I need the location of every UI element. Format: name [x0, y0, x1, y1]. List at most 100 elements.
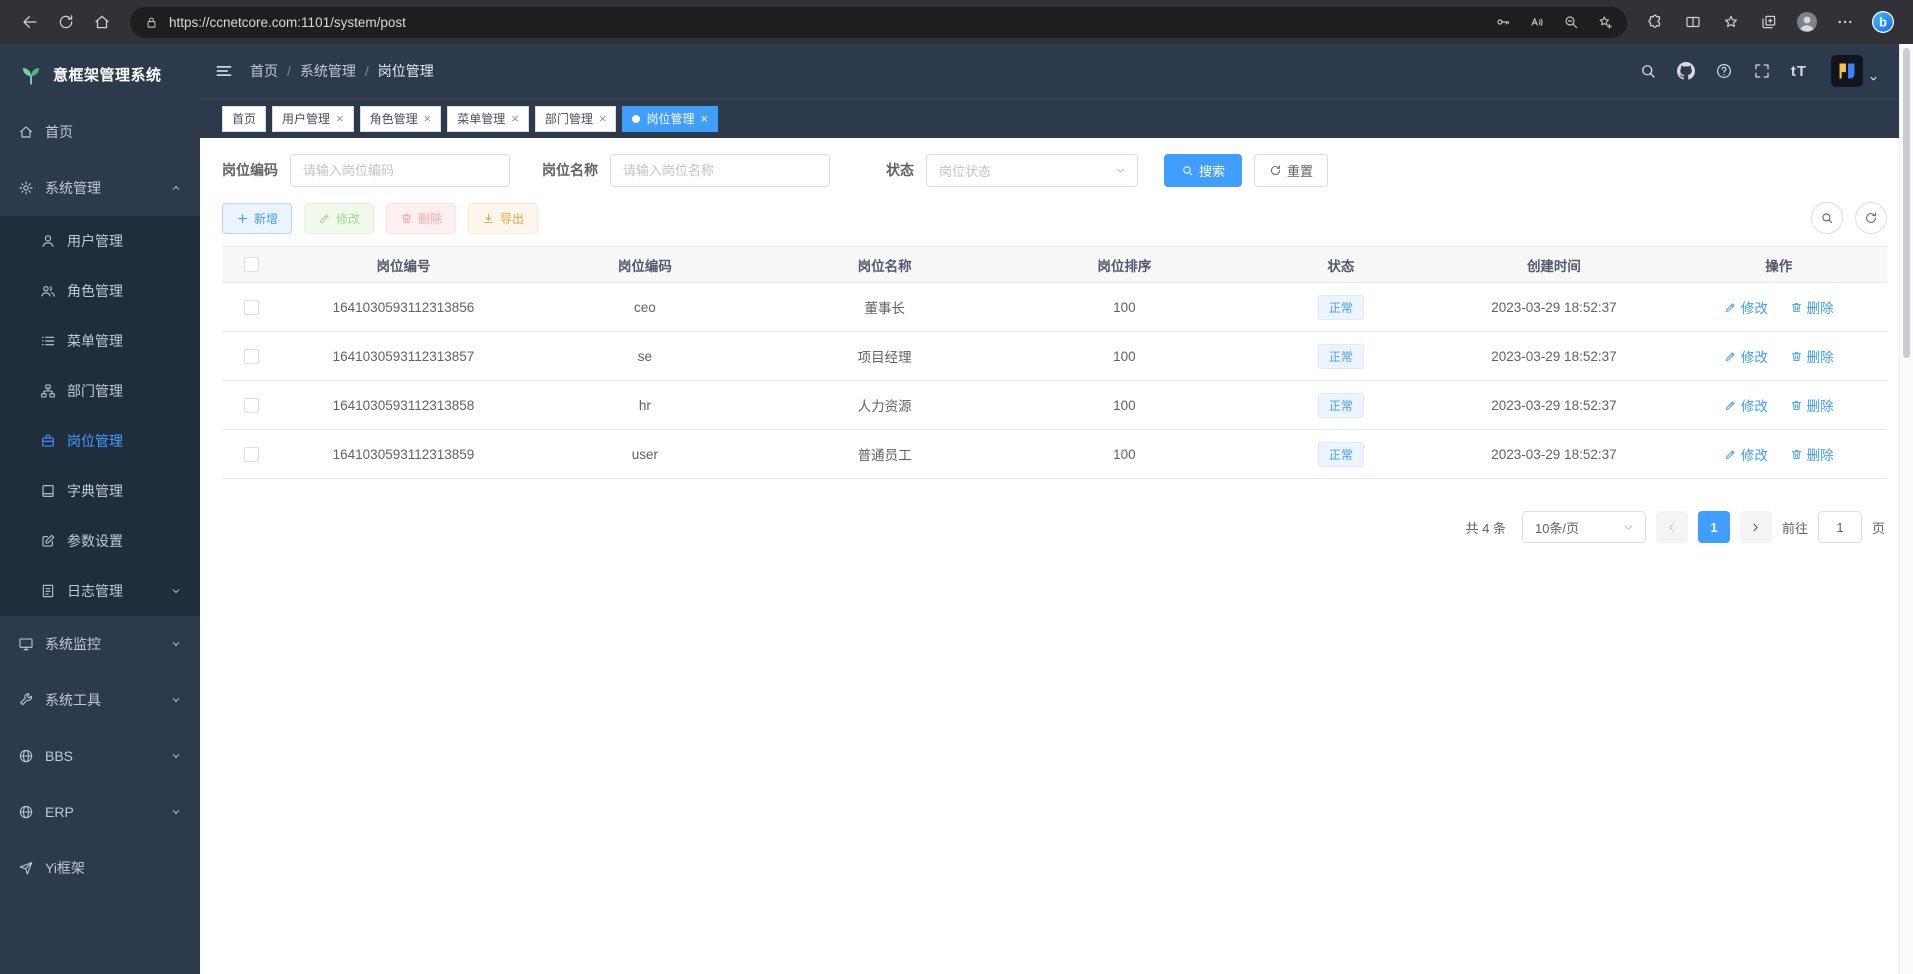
edit-button-label: 修改 [336, 210, 360, 227]
page-size-select[interactable]: 10条/页 [1522, 511, 1646, 543]
row-checkbox[interactable] [244, 300, 259, 315]
tab-home[interactable]: 首页 [222, 106, 266, 132]
help-icon[interactable] [1715, 62, 1733, 80]
sidebar-item-system-monitor[interactable]: 系统监控 [0, 616, 200, 672]
close-icon[interactable]: × [599, 112, 607, 125]
sidebar-item-post-management[interactable]: 岗位管理 [0, 416, 200, 466]
row-delete-link[interactable]: 删除 [1790, 297, 1834, 317]
split-screen-button[interactable] [1675, 5, 1711, 39]
sidebar-item-yi-framework[interactable]: Yi框架 [0, 840, 200, 896]
header-status: 状态 [1244, 247, 1437, 283]
close-icon[interactable]: × [424, 112, 432, 125]
table-row[interactable]: 1641030593112313859 user 普通员工 100 正常 202… [222, 430, 1887, 479]
row-delete-link[interactable]: 删除 [1790, 395, 1834, 415]
sidebar-item-param-settings[interactable]: 参数设置 [0, 516, 200, 566]
browser-refresh-button[interactable] [48, 5, 84, 39]
breadcrumb-system[interactable]: 系统管理 [300, 61, 356, 81]
sidebar-item-role-management[interactable]: 角色管理 [0, 266, 200, 316]
row-checkbox[interactable] [244, 398, 259, 413]
sidebar-item-system-management[interactable]: 系统管理 [0, 160, 200, 216]
table-row[interactable]: 1641030593112313856 ceo 董事长 100 正常 2023-… [222, 283, 1887, 332]
next-page-button[interactable] [1740, 511, 1772, 543]
search-icon[interactable] [1639, 62, 1657, 80]
row-delete-link[interactable]: 删除 [1790, 346, 1834, 366]
fullscreen-icon[interactable] [1753, 62, 1771, 80]
cell-post-code: hr [525, 381, 765, 430]
read-aloud-icon[interactable] [1529, 14, 1545, 30]
password-key-icon[interactable] [1495, 14, 1511, 30]
post-code-input[interactable] [290, 154, 510, 187]
header-created-time: 创建时间 [1437, 247, 1670, 283]
close-icon[interactable]: × [700, 112, 708, 125]
export-button[interactable]: 导出 [468, 203, 538, 234]
sidebar-item-erp[interactable]: ERP [0, 784, 200, 840]
tab-role-management[interactable]: 角色管理 × [360, 106, 442, 132]
tab-post-management[interactable]: 岗位管理 × [622, 106, 718, 132]
table-row[interactable]: 1641030593112313857 se 项目经理 100 正常 2023-… [222, 332, 1887, 381]
refresh-icon [1864, 211, 1878, 225]
add-button[interactable]: 新增 [222, 203, 292, 234]
user-avatar[interactable] [1831, 55, 1863, 87]
toggle-search-button[interactable] [1811, 202, 1843, 234]
cell-created-time: 2023-03-29 18:52:37 [1437, 381, 1670, 430]
sidebar-item-log-management[interactable]: 日志管理 [0, 566, 200, 616]
browser-profile-button[interactable] [1789, 5, 1825, 39]
url-text[interactable]: https://ccnetcore.com:1101/system/post [169, 15, 1495, 30]
github-icon[interactable] [1677, 62, 1695, 80]
row-edit-link[interactable]: 修改 [1724, 395, 1768, 415]
row-delete-link[interactable]: 删除 [1790, 444, 1834, 464]
address-bar[interactable]: https://ccnetcore.com:1101/system/post [130, 7, 1627, 38]
delete-button[interactable]: 删除 [386, 203, 456, 234]
sidebar-item-home[interactable]: 首页 [0, 104, 200, 160]
sidebar-item-bbs[interactable]: BBS [0, 728, 200, 784]
bing-discover-button[interactable]: b [1865, 5, 1901, 39]
goto-page-input[interactable] [1818, 511, 1862, 543]
edit-button[interactable]: 修改 [304, 203, 374, 234]
edit-icon [40, 533, 56, 549]
sidebar-item-menu-management[interactable]: 菜单管理 [0, 316, 200, 366]
sidebar-item-system-tools[interactable]: 系统工具 [0, 672, 200, 728]
font-size-icon[interactable]: tT [1791, 63, 1807, 80]
breadcrumb-home[interactable]: 首页 [250, 61, 278, 81]
page-1-button[interactable]: 1 [1698, 511, 1730, 543]
prev-page-button[interactable] [1656, 511, 1688, 543]
page-scrollbar[interactable] [1899, 44, 1913, 974]
row-edit-link[interactable]: 修改 [1724, 444, 1768, 464]
site-lock-icon[interactable] [144, 15, 159, 30]
row-checkbox[interactable] [244, 447, 259, 462]
extensions-button[interactable] [1637, 5, 1673, 39]
browser-home-button[interactable] [84, 5, 120, 39]
refresh-table-button[interactable] [1855, 202, 1887, 234]
table-row[interactable]: 1641030593112313858 hr 人力资源 100 正常 2023-… [222, 381, 1887, 430]
header-actions: 操作 [1670, 247, 1887, 283]
browser-back-button[interactable] [12, 5, 48, 39]
scrollbar-thumb[interactable] [1903, 48, 1910, 358]
row-edit-link[interactable]: 修改 [1724, 346, 1768, 366]
status-select[interactable]: 岗位状态 [926, 154, 1138, 187]
tab-menu-management[interactable]: 菜单管理 × [447, 106, 529, 132]
user-menu[interactable] [1831, 55, 1879, 87]
cell-post-name: 人力资源 [765, 381, 1005, 430]
tab-dept-management[interactable]: 部门管理 × [535, 106, 617, 132]
reset-button[interactable]: 重置 [1254, 154, 1328, 187]
search-button[interactable]: 搜索 [1164, 154, 1242, 187]
sidebar-toggle[interactable] [214, 61, 234, 81]
breadcrumb-separator: / [365, 63, 369, 79]
sidebar-item-dept-management[interactable]: 部门管理 [0, 366, 200, 416]
search-icon [1181, 164, 1194, 177]
row-edit-link[interactable]: 修改 [1724, 297, 1768, 317]
collections-button[interactable] [1751, 5, 1787, 39]
favorites-button[interactable] [1713, 5, 1749, 39]
row-checkbox[interactable] [244, 349, 259, 364]
select-all-checkbox[interactable] [244, 257, 259, 272]
browser-menu-button[interactable] [1827, 5, 1863, 39]
tab-user-management[interactable]: 用户管理 × [272, 106, 354, 132]
zoom-out-icon[interactable] [1563, 14, 1579, 30]
post-name-input[interactable] [610, 154, 830, 187]
sidebar-item-user-management[interactable]: 用户管理 [0, 216, 200, 266]
add-favorite-icon[interactable] [1597, 14, 1613, 30]
logo-leaf-icon [18, 61, 44, 87]
close-icon[interactable]: × [336, 112, 344, 125]
close-icon[interactable]: × [511, 112, 519, 125]
sidebar-item-dict-management[interactable]: 字典管理 [0, 466, 200, 516]
